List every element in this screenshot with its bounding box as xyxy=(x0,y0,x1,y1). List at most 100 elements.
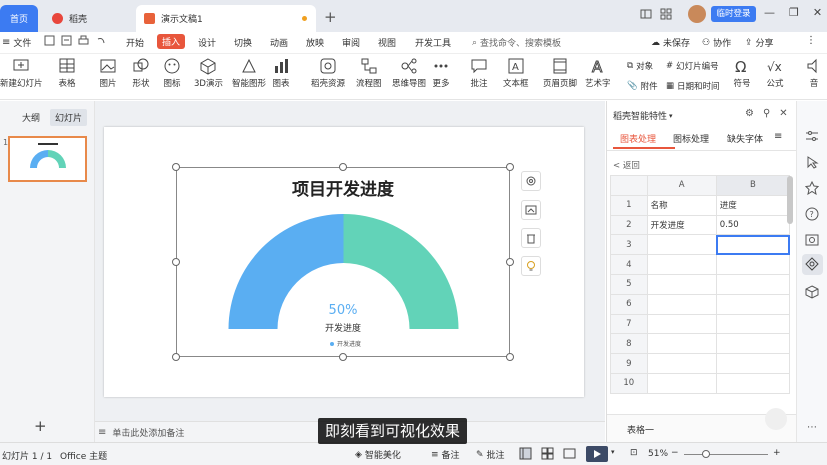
symbol-button[interactable]: Ω 符号 xyxy=(733,57,751,89)
more-button[interactable]: 更多 xyxy=(432,57,450,89)
row-header[interactable]: 9 xyxy=(610,353,648,374)
row-header[interactable]: 8 xyxy=(610,333,648,355)
menu-animation[interactable]: 动画 xyxy=(270,36,288,49)
panel-menu-icon[interactable]: ≡ xyxy=(774,131,782,142)
slide-number-button[interactable]: # 幻灯片编号 xyxy=(666,60,719,72)
new-tab-button[interactable]: + xyxy=(324,8,337,26)
slides-tab[interactable]: 幻灯片 xyxy=(50,109,88,126)
tab-icon-processing[interactable]: 图标处理 xyxy=(673,132,709,145)
sheet-row[interactable]: 4 xyxy=(610,254,791,275)
smart-graphic-button[interactable]: 智能图形 xyxy=(232,57,266,89)
sorter-view-icon[interactable] xyxy=(541,447,554,460)
object-button[interactable]: ⧉ 对象 xyxy=(627,60,653,72)
reading-view-icon[interactable] xyxy=(563,447,576,460)
row-header[interactable]: 6 xyxy=(610,293,648,315)
notes-toggle[interactable]: ≡ 备注 xyxy=(431,448,460,462)
sheet-cell[interactable] xyxy=(715,254,791,275)
daoke-resource-button[interactable]: 稻壳资源 xyxy=(311,57,345,89)
tab-home[interactable]: 首页 xyxy=(0,5,38,32)
row-header[interactable]: 5 xyxy=(610,273,648,295)
row-header[interactable]: 10 xyxy=(610,372,648,394)
sheet-cell[interactable]: 名称 xyxy=(646,194,717,216)
sheet-row[interactable]: 5 xyxy=(610,273,791,295)
sheet-cell[interactable] xyxy=(646,254,717,275)
sheet-cell[interactable] xyxy=(646,273,717,295)
zoom-slider-thumb[interactable] xyxy=(702,450,710,458)
sheet-tab[interactable]: 表格一 xyxy=(627,423,654,436)
resize-handle[interactable] xyxy=(339,163,347,171)
row-header[interactable]: 3 xyxy=(610,234,648,256)
maximize-icon[interactable]: ❐ xyxy=(789,6,799,19)
sheet-cell[interactable] xyxy=(715,353,791,374)
column-header-b[interactable]: B xyxy=(715,175,791,196)
search-box[interactable]: ⌕ 查找命令、搜索模板 xyxy=(472,36,561,50)
mindmap-button[interactable]: 思维导图 xyxy=(392,57,426,89)
export-icon[interactable] xyxy=(61,35,72,46)
sheet-cell[interactable]: 开发进度 xyxy=(646,214,717,236)
sheet-cell[interactable] xyxy=(646,234,717,256)
sheet-cell[interactable] xyxy=(646,333,717,355)
comment-toggle[interactable]: ✎ 批注 xyxy=(476,448,505,462)
login-button[interactable]: 临时登录 xyxy=(711,6,756,22)
collab-button[interactable]: ⚇ 协作 xyxy=(702,36,731,50)
side-more-icon[interactable]: ⋯ xyxy=(807,422,817,433)
sheet-cell[interactable] xyxy=(715,372,791,394)
textbox-button[interactable]: A 文本框 xyxy=(503,57,529,89)
tab-daoke[interactable]: 稻壳 xyxy=(44,5,132,32)
sheet-row[interactable]: 6 xyxy=(610,293,791,315)
menu-start[interactable]: 开始 xyxy=(126,36,144,49)
add-slide-button[interactable]: + xyxy=(34,417,47,435)
sheet-row[interactable]: 1 名称 进度 xyxy=(610,194,791,216)
minimize-icon[interactable]: — xyxy=(764,6,775,19)
grid-icon[interactable] xyxy=(660,8,672,20)
icon-button[interactable]: 图标 xyxy=(163,57,181,89)
comment-button[interactable]: 批注 xyxy=(470,57,488,89)
resize-handle[interactable] xyxy=(172,258,180,266)
sheet-cell[interactable] xyxy=(715,273,791,295)
sheet-row[interactable]: 2 开发进度 0.50 xyxy=(610,214,791,236)
zoom-in-icon[interactable]: + xyxy=(773,448,781,458)
fit-icon[interactable]: ⊡ xyxy=(630,448,638,458)
menu-devtools[interactable]: 开发工具 xyxy=(415,36,451,49)
play-dropdown-icon[interactable]: ▾ xyxy=(611,448,615,456)
file-menu[interactable]: ≡ 文件 xyxy=(2,36,31,49)
print-icon[interactable] xyxy=(78,35,89,46)
panel-close-icon[interactable]: ✕ xyxy=(779,108,787,119)
chart-button[interactable]: 图表 xyxy=(272,57,290,89)
sliders-icon[interactable] xyxy=(805,129,819,143)
box-icon[interactable] xyxy=(805,285,819,299)
chart-tips-button[interactable] xyxy=(521,256,541,276)
menu-design[interactable]: 设计 xyxy=(198,36,216,49)
normal-view-icon[interactable] xyxy=(519,447,532,460)
menu-review[interactable]: 审阅 xyxy=(342,36,360,49)
sheet-cell[interactable] xyxy=(646,372,717,394)
tab-missing-fonts[interactable]: 缺失字体 xyxy=(727,132,763,145)
sheet-row[interactable]: 3 xyxy=(610,234,791,256)
resize-handle[interactable] xyxy=(339,353,347,361)
unsaved-status[interactable]: ☁ 未保存 xyxy=(651,36,690,50)
slide-thumbnail[interactable] xyxy=(8,136,87,182)
settings-icon[interactable]: ⚙ xyxy=(745,108,754,119)
star-icon[interactable] xyxy=(805,181,819,195)
tab-document[interactable]: 演示文稿1 xyxy=(136,5,316,32)
wordart-button[interactable]: A 艺术字 xyxy=(585,57,611,90)
sheet-cell[interactable] xyxy=(646,353,717,374)
shape-button[interactable]: 形状 xyxy=(132,57,150,89)
layout-icon[interactable] xyxy=(640,8,652,20)
sheet-row[interactable]: 8 xyxy=(610,333,791,355)
chart-style-button[interactable] xyxy=(521,200,541,220)
row-header[interactable]: 4 xyxy=(610,254,648,275)
tab-chart-processing[interactable]: 图表处理 xyxy=(620,132,656,145)
pin-icon[interactable]: ⚲ xyxy=(763,108,770,119)
zoom-slider[interactable] xyxy=(684,454,768,455)
zoom-out-icon[interactable]: − xyxy=(671,448,679,458)
sheet-cell[interactable] xyxy=(715,333,791,355)
smart-feature-toggle[interactable] xyxy=(802,254,823,275)
sheet-cell[interactable] xyxy=(715,293,791,315)
undo-icon[interactable] xyxy=(95,35,106,46)
new-slide-button[interactable]: 新建幻灯片 xyxy=(0,57,43,89)
row-header[interactable]: 2 xyxy=(610,214,648,236)
floating-assistant-button[interactable] xyxy=(765,408,787,430)
picture-button[interactable]: 图片 xyxy=(99,57,117,89)
sheet-row[interactable]: 9 xyxy=(610,353,791,374)
